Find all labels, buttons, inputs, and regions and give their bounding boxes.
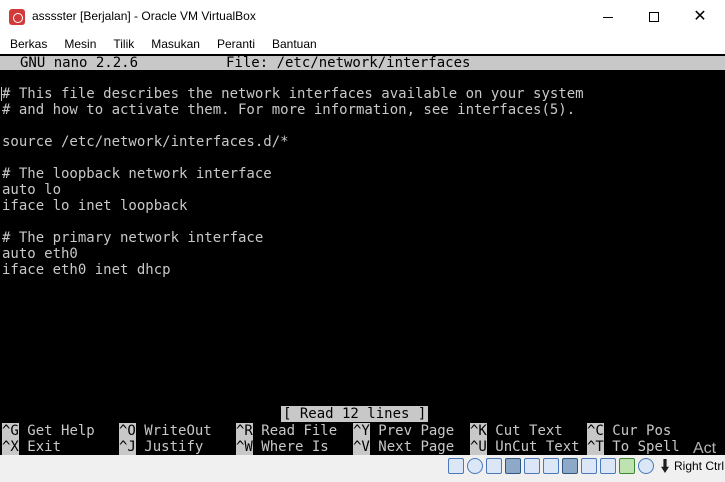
cpu-icon[interactable] xyxy=(619,458,635,474)
nano-file-name: File: /etc/network/interfaces xyxy=(226,55,471,71)
maximize-button[interactable] xyxy=(631,0,677,34)
recording-icon[interactable] xyxy=(581,458,597,474)
editor-line[interactable]: iface lo inet loopback xyxy=(2,198,187,214)
shortcut-justify[interactable]: ^J Justify xyxy=(119,439,203,455)
network-icon[interactable] xyxy=(505,458,521,474)
menu-item-tilik[interactable]: Tilik xyxy=(113,37,134,51)
menu-item-berkas[interactable]: Berkas xyxy=(10,37,47,51)
shared-folders-icon[interactable] xyxy=(543,458,559,474)
shortcut-next-page[interactable]: ^V Next Page xyxy=(353,439,454,455)
shortcut-uncut-text[interactable]: ^U UnCut Text xyxy=(470,439,580,455)
usb-icon[interactable] xyxy=(524,458,540,474)
editor-line[interactable]: auto eth0 xyxy=(2,246,78,262)
guest-screen[interactable]: GNU nano 2.2.6 File: /etc/network/interf… xyxy=(0,54,725,455)
host-key-label: Right Ctrl xyxy=(674,459,725,473)
device-tray: Right Ctrl xyxy=(448,458,724,474)
vm-status-bar: Right Ctrl xyxy=(0,455,725,482)
virtualbox-app-icon xyxy=(9,9,25,25)
editor-line[interactable]: # The loopback network interface xyxy=(2,166,272,182)
editor-line[interactable]: # The primary network interface xyxy=(2,230,263,246)
audio-icon[interactable] xyxy=(486,458,502,474)
windows-activation-watermark: Act xyxy=(693,440,717,457)
editor-line[interactable]: auto lo xyxy=(2,182,61,198)
display-icon[interactable] xyxy=(562,458,578,474)
close-button[interactable]: ✕ xyxy=(677,0,723,34)
menu-item-bantuan[interactable]: Bantuan xyxy=(272,37,317,51)
nano-program-name: GNU nano 2.2.6 xyxy=(20,55,139,71)
shortcut-writeout[interactable]: ^O WriteOut xyxy=(119,423,212,439)
shortcut-cut-text[interactable]: ^K Cut Text xyxy=(470,423,563,439)
editor-line[interactable]: # and how to activate them. For more inf… xyxy=(2,102,575,118)
editor-line[interactable]: # This file describes the network interf… xyxy=(1,86,584,102)
shortcut-row: ^G Get Help ^O WriteOut ^R Read File ^Y … xyxy=(0,423,725,439)
window-title: asssster [Berjalan] - Oracle VM VirtualB… xyxy=(32,9,256,23)
minimize-icon xyxy=(603,16,613,18)
optical-drive-icon[interactable] xyxy=(467,458,483,474)
editor-line[interactable]: source /etc/network/interfaces.d/* xyxy=(2,134,289,150)
menu-bar: Berkas Mesin Tilik Masukan Peranti Bantu… xyxy=(0,34,725,54)
shortcut-get-help[interactable]: ^G Get Help xyxy=(2,423,95,439)
maximize-icon xyxy=(649,12,659,22)
video-capture-icon[interactable] xyxy=(600,458,616,474)
shortcut-exit[interactable]: ^X Exit xyxy=(2,439,61,455)
shortcut-prev-page[interactable]: ^Y Prev Page xyxy=(353,423,454,439)
shortcut-cur-pos[interactable]: ^C Cur Pos xyxy=(587,423,671,439)
mouse-integration-icon[interactable] xyxy=(638,458,654,474)
shortcut-to-spell[interactable]: ^T To Spell xyxy=(587,439,680,455)
menu-item-peranti[interactable]: Peranti xyxy=(217,37,255,51)
shortcut-where-is[interactable]: ^W Where Is xyxy=(236,439,329,455)
window-title-bar: asssster [Berjalan] - Oracle VM VirtualB… xyxy=(0,0,725,34)
shortcut-row: ^X Exit ^J Justify ^W Where Is ^V Next P… xyxy=(0,439,725,455)
close-icon: ✕ xyxy=(693,8,707,25)
shortcut-read-file[interactable]: ^R Read File xyxy=(236,423,337,439)
menu-item-masukan[interactable]: Masukan xyxy=(151,37,200,51)
menu-item-mesin[interactable]: Mesin xyxy=(64,37,96,51)
host-key-arrow-icon xyxy=(659,459,671,473)
hard-disk-icon[interactable] xyxy=(448,458,464,474)
nano-title-bar: GNU nano 2.2.6 File: /etc/network/interf… xyxy=(0,56,725,70)
editor-line[interactable]: iface eth0 inet dhcp xyxy=(2,262,171,278)
nano-status-message: [ Read 12 lines ] xyxy=(281,406,429,422)
minimize-button[interactable] xyxy=(585,0,631,34)
